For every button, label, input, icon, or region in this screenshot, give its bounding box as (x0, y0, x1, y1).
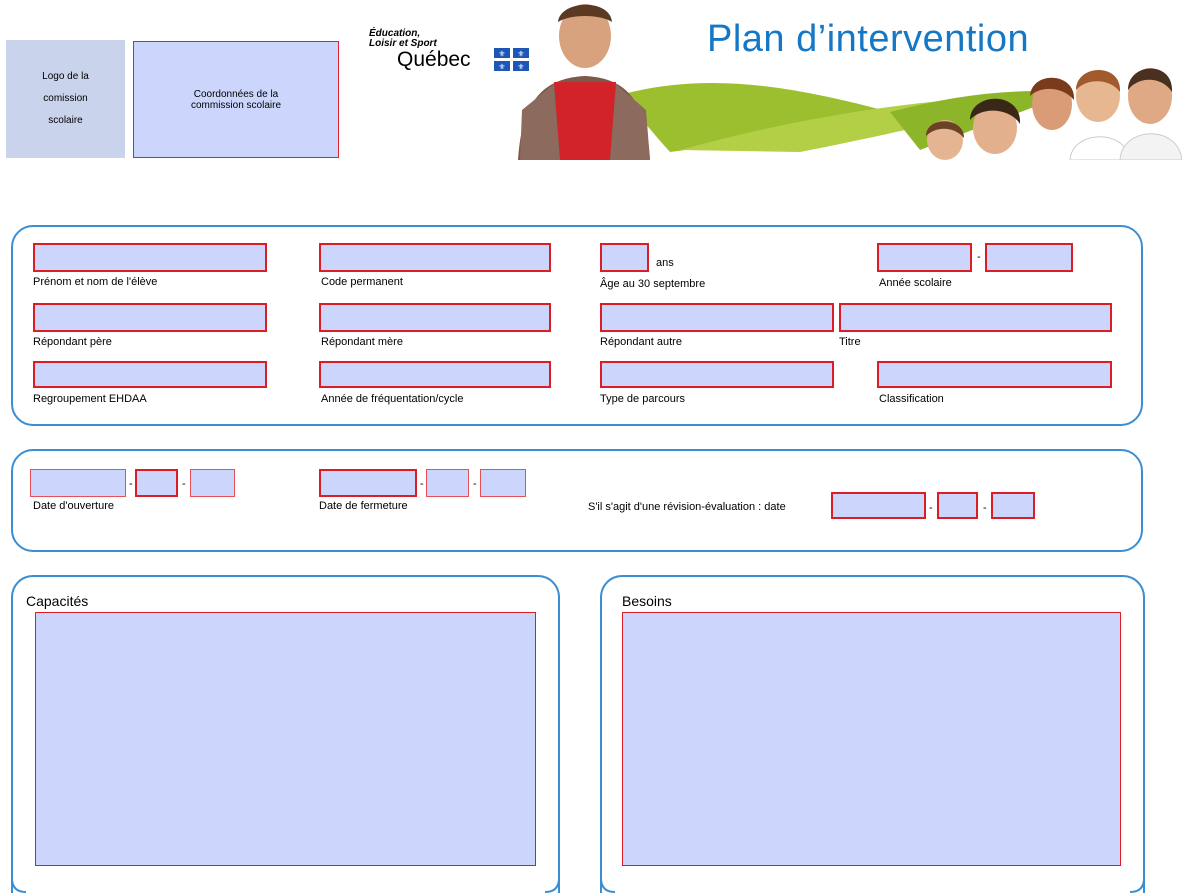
lower-panels-bottom-edge (11, 868, 1145, 893)
date-separator: - (929, 502, 933, 514)
contact-line: Coordonnées de la (193, 88, 279, 100)
close-date-year-field[interactable] (319, 469, 417, 497)
date-separator: - (420, 478, 424, 490)
date-separator: - (129, 478, 133, 490)
permanent-code-label: Code permanent (321, 276, 403, 288)
other-respondent-label: Répondant autre (600, 336, 682, 348)
student-name-label: Prénom et nom de l'élève (33, 276, 158, 288)
capacities-textarea[interactable] (35, 612, 536, 866)
school-year-end-field[interactable] (985, 243, 1073, 272)
logo-line: Logo de la (42, 71, 89, 82)
contact-line: commission scolaire (190, 99, 282, 111)
attendance-year-field[interactable] (319, 361, 551, 388)
revision-date-month-field[interactable] (937, 492, 978, 519)
svg-text:⚜: ⚜ (498, 63, 505, 72)
year-separator: - (977, 251, 981, 263)
open-date-year-field[interactable] (30, 469, 126, 497)
date-separator: - (473, 478, 477, 490)
age-label: Âge au 30 septembre (600, 278, 706, 290)
open-date-day-field[interactable] (190, 469, 235, 497)
close-date-label: Date de fermeture (319, 500, 408, 512)
ehdaa-group-field[interactable] (33, 361, 267, 388)
father-respondent-label: Répondant père (33, 336, 112, 348)
father-respondent-field[interactable] (33, 303, 267, 332)
attendance-year-label: Année de fréquentation/cycle (321, 393, 464, 405)
needs-title: Besoins (622, 593, 672, 609)
close-date-month-field[interactable] (426, 469, 469, 497)
svg-text:⚜: ⚜ (498, 50, 505, 59)
quebec-flag-icon: ⚜ ⚜ ⚜ ⚜ (494, 48, 529, 72)
date-separator: - (182, 478, 186, 490)
svg-text:⚜: ⚜ (517, 63, 524, 72)
path-type-label: Type de parcours (600, 393, 685, 405)
date-separator: - (983, 502, 987, 514)
school-board-logo-placeholder: Logo de la comission scolaire (6, 40, 125, 158)
close-date-day-field[interactable] (480, 469, 526, 497)
classification-label: Classification (879, 393, 944, 405)
mother-respondent-label: Répondant mère (321, 336, 403, 348)
logo-line: comission (43, 93, 88, 104)
title-field[interactable] (839, 303, 1112, 332)
path-type-field[interactable] (600, 361, 834, 388)
student-name-field[interactable] (33, 243, 267, 272)
other-respondent-field[interactable] (600, 303, 834, 332)
revision-date-label: S'il s'agit d'une révision-évaluation : … (588, 501, 786, 513)
mother-respondent-field[interactable] (319, 303, 551, 332)
age-unit-label: ans (656, 257, 674, 269)
quebec-wordmark: Québec (397, 48, 471, 71)
title-label: Titre (839, 336, 861, 348)
page-title: Plan d’intervention (707, 18, 1030, 60)
logo-line: scolaire (48, 115, 83, 126)
permanent-code-field[interactable] (319, 243, 551, 272)
svg-text:⚜: ⚜ (517, 50, 524, 59)
age-field[interactable] (600, 243, 649, 272)
open-date-label: Date d'ouverture (33, 500, 114, 512)
capacities-title: Capacités (26, 593, 89, 609)
classification-field[interactable] (877, 361, 1112, 388)
school-year-label: Année scolaire (879, 277, 952, 289)
school-board-contact-field[interactable]: Coordonnées de la commission scolaire (133, 41, 339, 158)
revision-date-year-field[interactable] (831, 492, 926, 519)
ehdaa-group-label: Regroupement EHDAA (33, 393, 147, 405)
open-date-month-field[interactable] (135, 469, 178, 497)
revision-date-day-field[interactable] (991, 492, 1035, 519)
school-year-start-field[interactable] (877, 243, 972, 272)
needs-textarea[interactable] (622, 612, 1121, 866)
